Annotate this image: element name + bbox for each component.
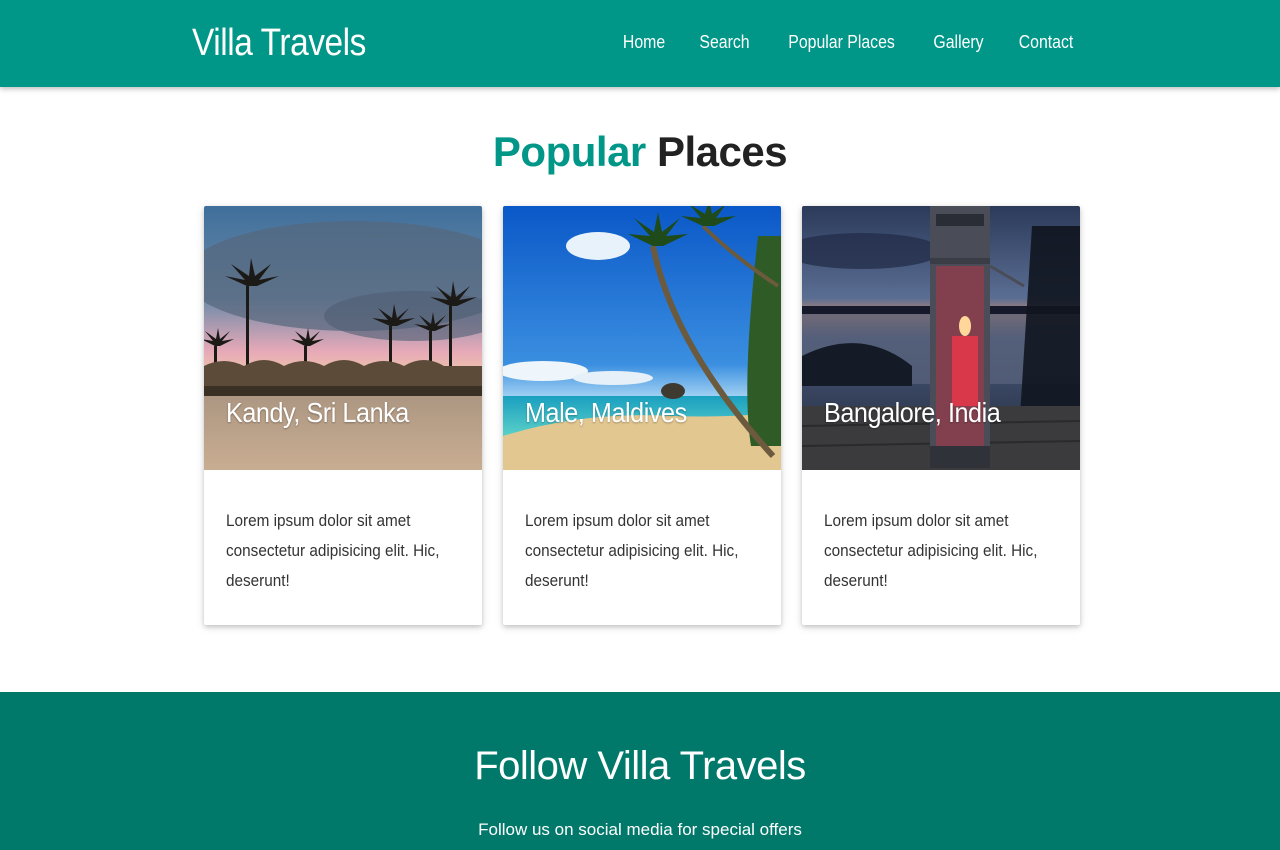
section-title-accent: Popular	[492, 128, 646, 175]
place-image-male: Male, Maldives	[503, 206, 781, 470]
place-description-male: Lorem ipsum dolor sit amet consectetur a…	[525, 506, 765, 596]
nav-link-gallery[interactable]: Gallery	[933, 32, 983, 53]
nav-link-contact[interactable]: Contact	[1019, 32, 1074, 53]
follow-title: Follow Villa Travels	[474, 744, 806, 788]
place-card-male[interactable]: Male, Maldives Lorem ipsum dolor sit ame…	[503, 206, 781, 625]
place-description-kandy: Lorem ipsum dolor sit amet consectetur a…	[226, 506, 466, 596]
nav-link-home[interactable]: Home	[623, 32, 665, 53]
brand-logo[interactable]: Villa Travels	[192, 22, 366, 65]
navbar: Villa Travels Home Search Popular Places…	[0, 0, 1280, 87]
nav-link-search[interactable]: Search	[699, 32, 749, 53]
place-card-kandy[interactable]: Kandy, Sri Lanka Lorem ipsum dolor sit a…	[204, 206, 482, 625]
place-title-kandy: Kandy, Sri Lanka	[226, 397, 409, 428]
follow-section: Follow Villa Travels Follow us on social…	[0, 692, 1280, 850]
place-image-kandy: Kandy, Sri Lanka	[204, 206, 482, 470]
follow-subtitle: Follow us on social media for special of…	[478, 820, 802, 839]
place-image-bangalore: Bangalore, India	[802, 206, 1080, 470]
place-title-bangalore: Bangalore, India	[824, 397, 1001, 428]
section-title-rest: Places	[656, 128, 788, 175]
section-title: Popular Places	[0, 128, 1280, 176]
place-description-bangalore: Lorem ipsum dolor sit amet consectetur a…	[824, 506, 1064, 596]
place-text-bangalore: Lorem ipsum dolor sit amet consectetur a…	[824, 511, 1038, 590]
place-text-male: Lorem ipsum dolor sit amet consectetur a…	[525, 511, 739, 590]
place-text-kandy: Lorem ipsum dolor sit amet consectetur a…	[226, 511, 440, 590]
nav-menu: Home Search Popular Places Gallery Conta…	[620, 32, 1077, 53]
place-card-bangalore[interactable]: Bangalore, India Lorem ipsum dolor sit a…	[802, 206, 1080, 625]
place-title-male: Male, Maldives	[525, 397, 687, 428]
nav-link-popular-places[interactable]: Popular Places	[788, 32, 895, 53]
